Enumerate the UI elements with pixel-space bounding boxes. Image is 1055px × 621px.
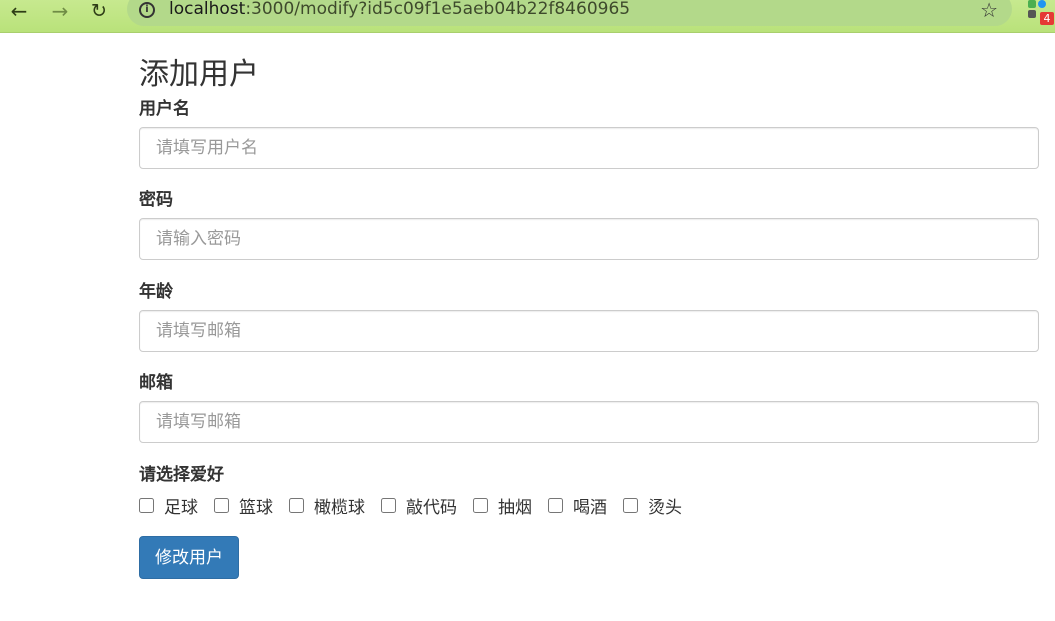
url-host: localhost: [169, 0, 246, 19]
site-info-icon[interactable]: i: [139, 2, 155, 18]
hobbies-label: 请选择爱好: [139, 465, 224, 484]
hobby-label: 烫头: [648, 497, 682, 517]
hobby-option[interactable]: 抽烟: [473, 493, 532, 518]
email-group: 邮箱: [139, 373, 1039, 443]
age-group: 年龄: [139, 282, 1039, 352]
hobby-label: 敲代码: [406, 497, 457, 517]
main-content: 添加用户 用户名 密码 年龄 邮箱 请选择爱好 足球 篮球 橄榄球: [139, 33, 1039, 579]
username-group: 用户名: [139, 99, 1039, 169]
modify-user-button[interactable]: 修改用户: [139, 536, 239, 579]
hobbies-group: 请选择爱好 足球 篮球 橄榄球 敲代码 抽烟 喝酒 烫头: [139, 465, 1039, 518]
browser-toolbar: ← → ↻ i localhost:3000/modify?id5c09f1e5…: [0, 0, 1055, 33]
address-bar[interactable]: i localhost:3000/modify?id5c09f1e5aeb04b…: [127, 0, 1012, 26]
username-input[interactable]: [139, 127, 1039, 169]
password-input[interactable]: [139, 218, 1039, 260]
hobby-checkbox[interactable]: [214, 497, 229, 513]
page-title: 添加用户: [139, 58, 259, 91]
hobby-option[interactable]: 篮球: [214, 493, 273, 518]
hobby-option[interactable]: 橄榄球: [289, 493, 365, 518]
hobbies-list: 足球 篮球 橄榄球 敲代码 抽烟 喝酒 烫头: [139, 493, 1039, 518]
username-label: 用户名: [139, 99, 190, 118]
hobby-checkbox[interactable]: [623, 497, 638, 513]
extension-tile-icon: [1038, 0, 1046, 8]
hobby-label: 橄榄球: [314, 497, 365, 517]
bookmark-star-icon[interactable]: ☆: [980, 0, 998, 22]
hobby-option[interactable]: 足球: [139, 493, 198, 518]
extension-tile-icon: [1028, 10, 1036, 18]
forward-arrow-icon[interactable]: →: [47, 0, 73, 23]
age-input[interactable]: [139, 310, 1039, 352]
hobby-label: 足球: [164, 497, 198, 517]
extension-tile-icon: [1028, 0, 1036, 8]
hobby-label: 喝酒: [573, 497, 607, 517]
hobby-option[interactable]: 敲代码: [381, 493, 457, 518]
hobby-label: 抽烟: [498, 497, 532, 517]
hobby-option[interactable]: 烫头: [623, 493, 682, 518]
hobby-label: 篮球: [239, 497, 273, 517]
password-group: 密码: [139, 190, 1039, 260]
extension-icon[interactable]: 4: [1028, 0, 1054, 25]
hobby-checkbox[interactable]: [381, 497, 396, 513]
hobby-checkbox[interactable]: [473, 497, 488, 513]
age-label: 年龄: [139, 282, 173, 301]
email-label: 邮箱: [139, 373, 173, 392]
email-input[interactable]: [139, 401, 1039, 443]
reload-icon[interactable]: ↻: [86, 0, 112, 22]
extension-badge: 4: [1040, 12, 1054, 25]
url-text[interactable]: localhost:3000/modify?id5c09f1e5aeb04b22…: [169, 0, 630, 19]
hobby-checkbox[interactable]: [289, 497, 304, 513]
hobby-checkbox[interactable]: [139, 497, 154, 513]
back-arrow-icon[interactable]: ←: [6, 0, 32, 23]
password-label: 密码: [139, 190, 173, 209]
hobby-option[interactable]: 喝酒: [548, 493, 607, 518]
url-path: :3000/modify?id5c09f1e5aeb04b22f8460965: [245, 0, 631, 19]
hobby-checkbox[interactable]: [548, 497, 563, 513]
